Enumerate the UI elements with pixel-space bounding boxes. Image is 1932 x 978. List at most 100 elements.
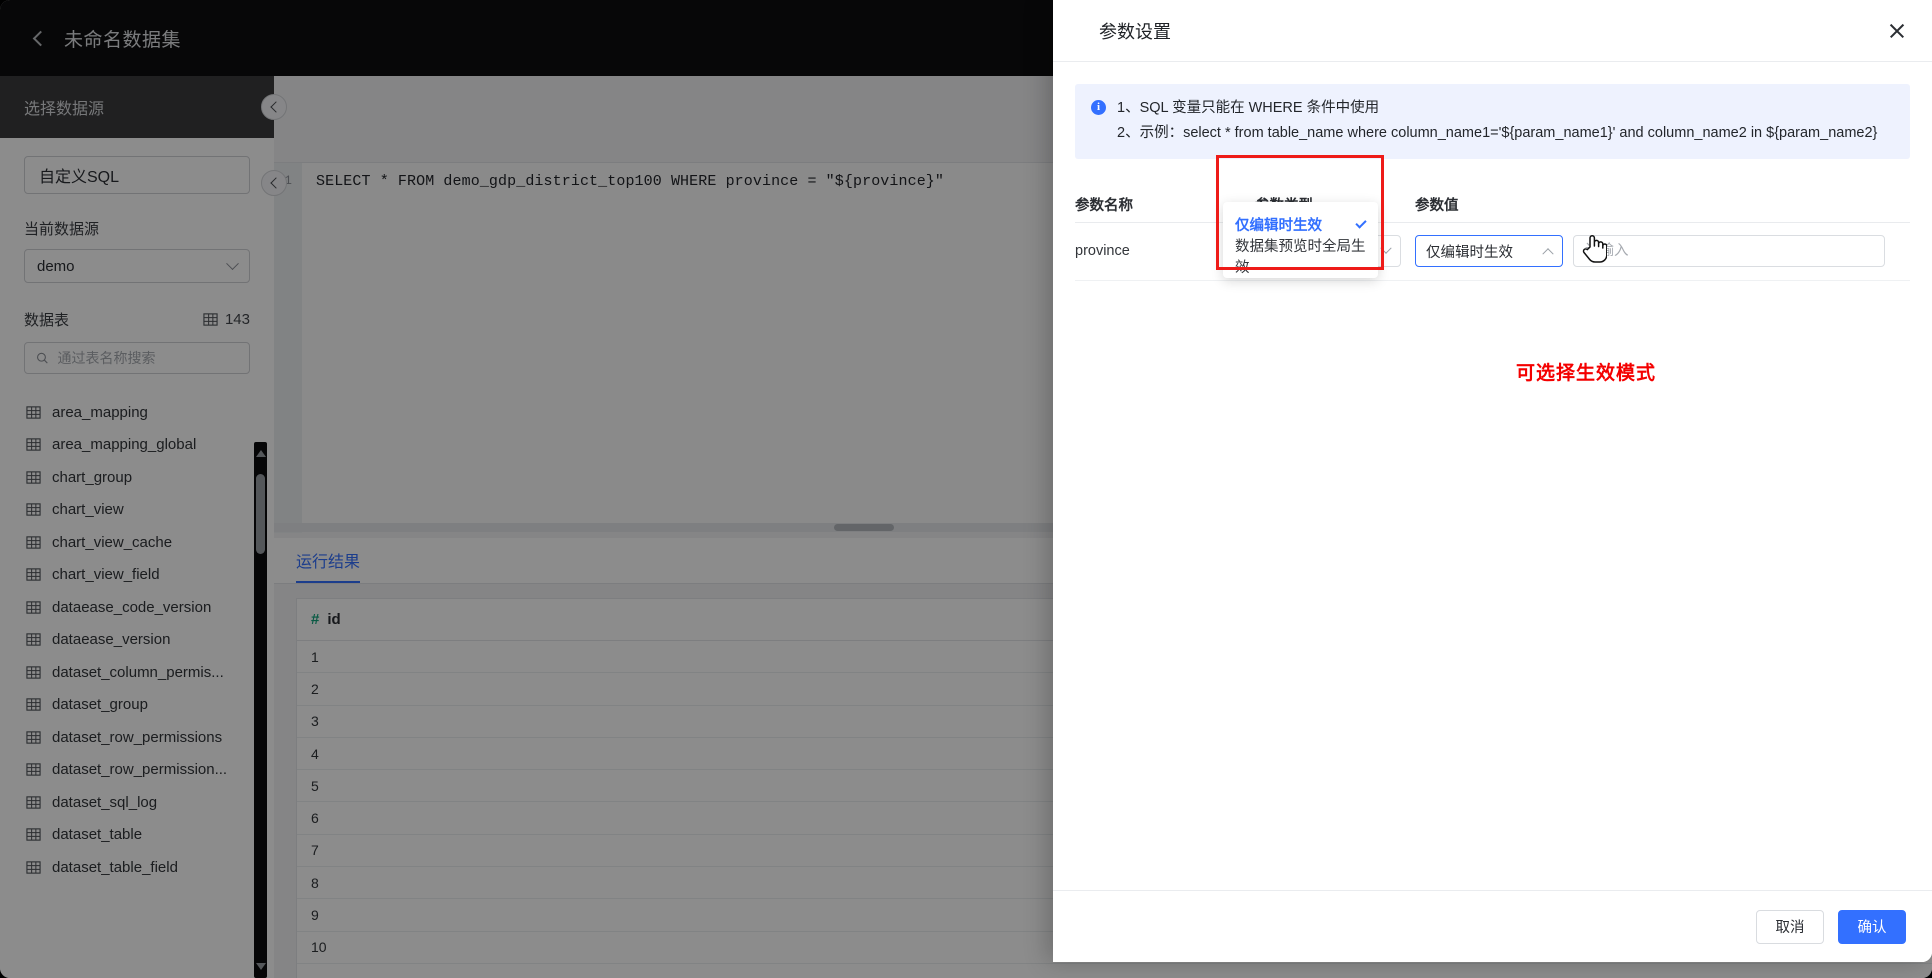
editor-gutter: 1 xyxy=(274,163,302,533)
table-name: dataset_row_permission... xyxy=(52,761,227,778)
dropdown-option-label: 数据集预览时全局生效 xyxy=(1235,235,1366,277)
annotation-text: 可选择生效模式 xyxy=(1516,358,1656,385)
list-item[interactable]: chart_view_field xyxy=(0,559,274,592)
collapse-panel-button-top[interactable] xyxy=(261,94,287,120)
table-name: dataset_table xyxy=(52,826,142,843)
info-line-2: 2、示例：select * from table_name where colu… xyxy=(1117,121,1877,146)
list-item[interactable]: dataset_row_permissions xyxy=(0,721,274,754)
effect-mode-select[interactable]: 仅编辑时生效 xyxy=(1415,235,1563,267)
parameter-table-header: 参数名称 参数类型 参数值 xyxy=(1075,187,1910,223)
table-name: area_mapping xyxy=(52,404,148,421)
table-name: chart_view_field xyxy=(52,566,160,583)
sql-type-selector[interactable]: 自定义SQL xyxy=(24,156,250,194)
param-value-cell: 仅编辑时生效 xyxy=(1415,235,1910,267)
search-icon xyxy=(36,351,49,365)
list-item[interactable]: chart_group xyxy=(0,461,274,494)
table-list[interactable]: area_mapping area_mapping_global chart_gro… xyxy=(0,396,274,956)
grid-table-icon xyxy=(26,697,41,712)
tables-count: 143 xyxy=(225,311,250,328)
tables-label: 数据表 xyxy=(24,309,69,330)
modal-footer: 取消 确认 xyxy=(1053,890,1932,962)
effect-mode-value: 仅编辑时生效 xyxy=(1426,241,1513,262)
table-row: province T 文本 仅编辑时生效 xyxy=(1075,223,1910,281)
sql-type-label: 自定义SQL xyxy=(39,163,119,187)
grid-table-icon xyxy=(26,665,41,680)
list-item[interactable]: dataset_table xyxy=(0,819,274,852)
table-name: dataset_table_field xyxy=(52,859,178,876)
collapse-panel-button-bottom[interactable] xyxy=(261,170,287,196)
grid-table-icon xyxy=(26,535,41,550)
list-item[interactable]: chart_view_cache xyxy=(0,526,274,559)
tab-run-result[interactable]: 运行结果 xyxy=(296,548,360,583)
table-name: chart_view xyxy=(52,501,124,518)
list-item[interactable]: dataset_group xyxy=(0,689,274,722)
info-icon: i xyxy=(1091,100,1106,115)
effect-mode-dropdown[interactable]: 仅编辑时生效 数据集预览时全局生效 xyxy=(1223,202,1378,278)
grid-table-icon xyxy=(26,567,41,582)
table-list-scrollbar[interactable] xyxy=(254,442,267,978)
left-panel: 选择数据源 自定义SQL 当前数据源 demo 数据表 xyxy=(0,76,274,978)
current-datasource-label: 当前数据源 xyxy=(24,218,274,239)
grid-table-icon xyxy=(26,600,41,615)
chevron-up-icon xyxy=(1542,248,1553,259)
info-line-1: 1、SQL 变量只能在 WHERE 条件中使用 xyxy=(1117,96,1877,121)
modal-title: 参数设置 xyxy=(1099,18,1171,44)
grid-table-icon xyxy=(26,827,41,842)
scrollbar-thumb[interactable] xyxy=(256,474,265,554)
tables-count-group: 143 xyxy=(203,311,250,328)
table-name: dataset_sql_log xyxy=(52,794,157,811)
datasource-section-label: 选择数据源 xyxy=(24,95,104,119)
param-value-input[interactable] xyxy=(1573,235,1885,267)
table-name: chart_view_cache xyxy=(52,534,172,551)
cancel-button[interactable]: 取消 xyxy=(1756,910,1824,944)
chevron-down-icon xyxy=(1380,243,1391,254)
page-title: 未命名数据集 xyxy=(64,25,181,52)
datasource-section-header: 选择数据源 xyxy=(0,76,274,138)
scroll-up-arrow-icon[interactable] xyxy=(256,450,266,457)
grid-table-icon xyxy=(26,502,41,517)
screen: 未命名数据集 选择数据源 自定义SQL 当前数据源 demo 数据表 xyxy=(0,0,1932,978)
check-icon xyxy=(1355,217,1366,228)
modal-header: 参数设置 xyxy=(1053,0,1932,62)
editor-scrollbar-thumb[interactable] xyxy=(834,524,894,531)
table-name: dataease_version xyxy=(52,631,170,648)
grid-table-icon xyxy=(26,762,41,777)
table-name: dataset_column_permis... xyxy=(52,664,224,681)
list-item[interactable]: dataset_column_permis... xyxy=(0,656,274,689)
table-name: dataset_row_permissions xyxy=(52,729,222,746)
table-name: dataease_code_version xyxy=(52,599,211,616)
table-search-input[interactable] xyxy=(58,350,238,366)
dropdown-option-global-preview[interactable]: 数据集预览时全局生效 xyxy=(1223,240,1378,272)
list-item[interactable]: dataease_version xyxy=(0,624,274,657)
grid-table-icon xyxy=(26,632,41,647)
close-icon[interactable] xyxy=(1886,20,1908,42)
grid-table-icon xyxy=(26,437,41,452)
back-chevron-icon[interactable] xyxy=(30,30,46,46)
current-datasource-select[interactable]: demo xyxy=(24,249,250,283)
sql-code-line[interactable]: SELECT * FROM demo_gdp_district_top100 W… xyxy=(316,173,944,190)
grid-table-icon xyxy=(26,470,41,485)
header-param-value: 参数值 xyxy=(1415,194,1910,215)
table-name: dataset_group xyxy=(52,696,148,713)
tables-header: 数据表 143 xyxy=(24,309,250,330)
list-item[interactable]: dataease_code_version xyxy=(0,591,274,624)
column-type-glyph: # xyxy=(311,611,319,628)
list-item[interactable]: area_mapping_global xyxy=(0,429,274,462)
list-item[interactable]: dataset_row_permission... xyxy=(0,754,274,787)
scroll-down-arrow-icon[interactable] xyxy=(256,963,266,970)
table-name: chart_group xyxy=(52,469,132,486)
chevron-down-icon xyxy=(226,257,239,270)
confirm-button[interactable]: 确认 xyxy=(1838,910,1906,944)
info-banner-text: 1、SQL 变量只能在 WHERE 条件中使用 2、示例：select * fr… xyxy=(1117,96,1877,147)
info-banner: i 1、SQL 变量只能在 WHERE 条件中使用 2、示例：select * … xyxy=(1075,84,1910,159)
parameter-settings-modal: 参数设置 i 1、SQL 变量只能在 WHERE 条件中使用 2、示例：sele… xyxy=(1053,0,1932,962)
list-item[interactable]: chart_view xyxy=(0,494,274,527)
grid-table-icon xyxy=(26,405,41,420)
list-item[interactable]: area_mapping xyxy=(0,396,274,429)
list-item[interactable]: dataset_sql_log xyxy=(0,786,274,819)
current-datasource-value: demo xyxy=(37,258,75,275)
list-item[interactable]: dataset_table_field xyxy=(0,851,274,884)
table-search-box[interactable] xyxy=(24,342,250,374)
grid-table-icon xyxy=(26,860,41,875)
dropdown-option-label: 仅编辑时生效 xyxy=(1235,214,1322,235)
